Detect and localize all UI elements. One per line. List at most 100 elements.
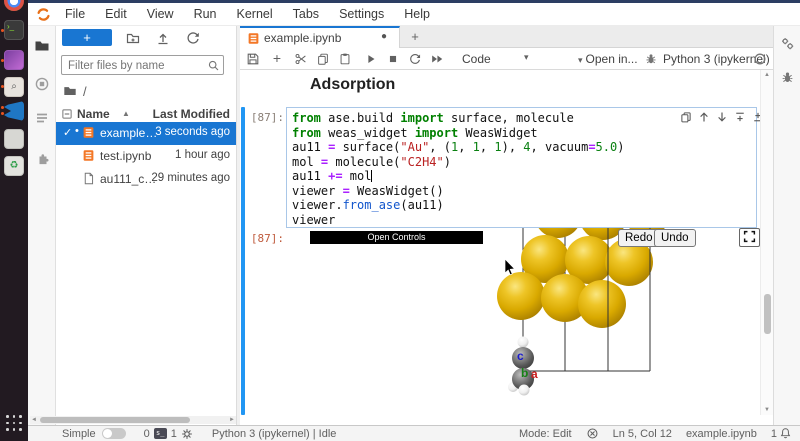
filter-files-input[interactable]	[62, 57, 200, 75]
cell-type-dropdown[interactable]: Code	[462, 52, 491, 66]
scroll-right-icon[interactable]: ►	[229, 416, 235, 424]
file-modified: 1 hour ago	[175, 149, 230, 161]
search-icon	[208, 60, 219, 71]
unsaved-dot-icon[interactable]: ●	[381, 31, 387, 42]
mode-indicator[interactable]: Mode: Edit	[519, 428, 572, 440]
bell-icon[interactable]	[779, 427, 792, 440]
run-icon[interactable]	[364, 52, 378, 66]
table-of-contents-icon[interactable]	[34, 110, 50, 126]
file-browser-tab-icon[interactable]	[34, 38, 50, 54]
code-cell-editor[interactable]: from ase.build import surface, molecule f…	[286, 107, 757, 228]
simple-mode-toggle[interactable]	[101, 428, 126, 439]
scrollbar-thumb[interactable]	[764, 294, 771, 334]
menu-settings[interactable]: Settings	[329, 7, 394, 21]
file-icon	[84, 172, 94, 185]
refresh-icon[interactable]	[185, 30, 201, 46]
open-in-dropdown[interactable]: ▾ Open in...	[578, 52, 638, 66]
move-cell-up-icon[interactable]	[698, 111, 710, 123]
jupyter-spinner-icon	[37, 7, 50, 21]
status-bar: Simple 0 s_ 1 Python 3 (ipykernel) | Idl…	[28, 425, 800, 441]
scrollbar-thumb[interactable]	[40, 417, 190, 423]
copy-icon[interactable]	[316, 52, 330, 66]
running-dot	[1, 29, 4, 32]
svg-text:a: a	[531, 367, 538, 381]
svg-text:c: c	[517, 349, 524, 363]
active-file-name[interactable]: example.ipynb	[686, 428, 757, 440]
cut-icon[interactable]	[294, 52, 308, 66]
simple-mode-label: Simple	[62, 427, 96, 440]
desktop: ›_ ⌕ ♻ File Edit View Run Kernel Tabs Settings…	[0, 0, 800, 441]
terminal-status-icon[interactable]: s_	[153, 428, 167, 439]
menu-bar: File Edit View Run Kernel Tabs Settings Help	[28, 3, 800, 26]
menu-file[interactable]: File	[55, 7, 95, 21]
cursor-position[interactable]: Ln 5, Col 12	[613, 428, 672, 440]
terminal-icon[interactable]: ›_	[4, 20, 24, 40]
restart-kernel-icon[interactable]	[408, 52, 422, 66]
open-in-label: Open in...	[585, 52, 638, 66]
kernel-status-icon[interactable]	[753, 52, 767, 66]
tab-example-ipynb[interactable]: example.ipynb ●	[240, 26, 400, 48]
column-name[interactable]: Name	[77, 107, 110, 121]
file-row-1[interactable]: test.ipynb 1 hour ago	[56, 145, 236, 168]
markdown-heading[interactable]: Adsorption	[310, 76, 395, 94]
debugger-sidebar-bug-icon[interactable]	[780, 70, 795, 85]
media-player-icon[interactable]	[4, 50, 24, 70]
insert-cell-above-icon[interactable]	[734, 111, 746, 123]
tab-bar: example.ipynb ● +	[240, 26, 773, 48]
home-folder-icon[interactable]	[63, 84, 77, 98]
code-line: from weas_widget import WeasWidget	[292, 125, 538, 140]
file-browser-hscrollbar[interactable]: ◄ ►	[30, 416, 236, 424]
extensions-icon[interactable]	[34, 152, 50, 168]
file-row-0[interactable]: ✓ • example… 3 seconds ago	[56, 122, 236, 145]
scroll-left-icon[interactable]: ◄	[31, 416, 37, 424]
scroll-down-icon[interactable]: ▼	[764, 407, 770, 413]
kernel-sessions-icon[interactable]	[181, 428, 193, 440]
vscode-icon[interactable]	[4, 101, 24, 121]
save-icon[interactable]	[246, 52, 260, 66]
notebook-file-icon	[83, 150, 94, 161]
new-launcher-button[interactable]: +	[62, 29, 112, 46]
restart-run-all-icon[interactable]	[430, 52, 444, 66]
app-grid-icon[interactable]	[6, 415, 23, 432]
open-controls-bar[interactable]: Open Controls	[310, 231, 483, 244]
insert-cell-icon[interactable]: +	[270, 51, 284, 66]
stop-icon[interactable]	[386, 52, 400, 66]
debugger-bug-icon[interactable]	[644, 52, 658, 66]
cell-collapser-bar[interactable]	[241, 107, 245, 415]
chevron-down-icon[interactable]: ▾	[524, 52, 529, 63]
scroll-up-icon[interactable]: ▲	[764, 72, 770, 78]
menu-tabs[interactable]: Tabs	[283, 7, 329, 21]
running-sessions-icon[interactable]	[34, 76, 50, 92]
menu-run[interactable]: Run	[184, 7, 227, 21]
new-tab-button[interactable]: +	[407, 29, 423, 45]
upload-icon[interactable]	[155, 30, 171, 46]
menu-edit[interactable]: Edit	[95, 7, 137, 21]
select-all-checkbox[interactable]	[61, 108, 73, 120]
menu-kernel[interactable]: Kernel	[227, 7, 283, 21]
column-last-modified[interactable]: Last Modified	[153, 107, 230, 121]
paste-icon[interactable]	[338, 52, 352, 66]
code-line: au11 = surface("Au", (1, 1, 1), 4, vacuu…	[292, 140, 625, 154]
text-cursor	[371, 170, 373, 182]
property-inspector-gears-icon[interactable]	[780, 36, 795, 51]
chrome-icon[interactable]	[4, 0, 24, 11]
menu-view[interactable]: View	[137, 7, 184, 21]
toggle-knob	[102, 429, 112, 438]
screenshot-tool-icon[interactable]: ⌕	[4, 77, 24, 97]
sort-asc-icon[interactable]: ▲	[122, 109, 130, 118]
breakpoints-icon[interactable]	[586, 427, 599, 440]
kernel-status-text[interactable]: Python 3 (ipykernel) | Idle	[212, 428, 337, 440]
file-row-2[interactable]: au111_c… 29 minutes ago	[56, 168, 236, 191]
new-folder-icon[interactable]	[125, 30, 141, 46]
fullscreen-button[interactable]	[739, 228, 760, 247]
activity-bar	[28, 26, 56, 425]
menu-help[interactable]: Help	[394, 7, 440, 21]
move-cell-down-icon[interactable]	[716, 111, 728, 123]
undo-button[interactable]: Undo	[654, 229, 696, 247]
text-editor-icon[interactable]	[4, 129, 24, 149]
notebook-panel: example.ipynb ● + + Code ▾ ▾ Open in... P…	[240, 26, 773, 425]
duplicate-cell-icon[interactable]	[680, 111, 692, 123]
breadcrumb[interactable]: /	[63, 83, 87, 99]
trash-icon[interactable]: ♻	[4, 156, 24, 176]
notebook-scrollbar[interactable]: ▲ ▼	[760, 70, 773, 415]
